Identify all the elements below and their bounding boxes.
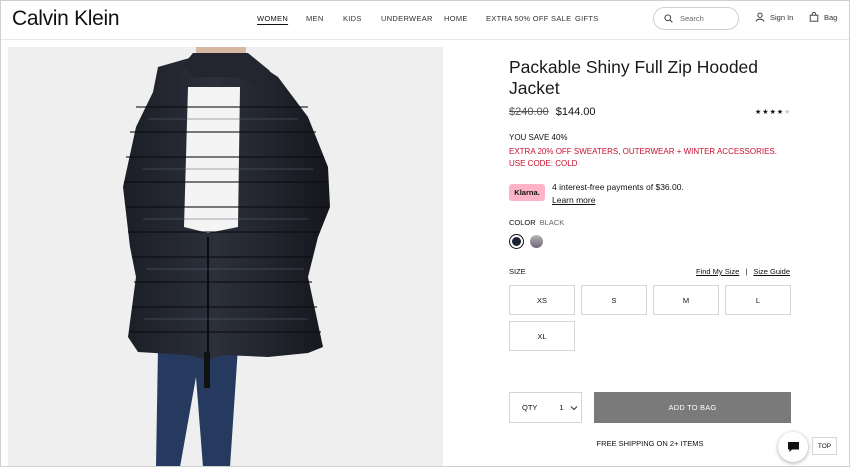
star-icon: ★ [769,109,777,116]
product-title: Packable Shiny Full Zip Hooded Jacket [509,57,759,98]
add-to-bag-button[interactable]: ADD TO BAG [594,392,791,423]
qty-value: 1 [559,403,564,412]
sign-in-label: Sign In [770,12,794,22]
free-shipping-text: FREE SHIPPING ON 2+ ITEMS [596,439,704,448]
model-jacket-illustration [123,47,330,467]
size-links-separator: | [745,267,748,276]
color-label: COLOR [509,218,536,227]
brand-logo[interactable]: Calvin Klein [12,7,120,31]
nav-gifts[interactable]: GIFTS [575,14,599,23]
sign-in-link[interactable]: Sign In [755,12,793,22]
color-value: BLACK [539,218,565,227]
original-price: $240.00 [509,106,549,118]
nav-men[interactable]: MEN [306,14,324,23]
bag-label: Bag [824,12,838,22]
promo-message: EXTRA 20% OFF SWEATERS, OUTERWEAR + WINT… [509,147,777,168]
size-button-m[interactable]: M [653,285,719,315]
size-label: SIZE [509,267,526,276]
nav-underwear[interactable]: UNDERWEAR [381,14,433,23]
find-my-size-link[interactable]: Find My Size [696,267,739,276]
star-empty-icon: ★ [784,109,792,116]
bag-icon [809,12,819,22]
search-box[interactable] [653,7,739,30]
nav-women[interactable]: WOMEN [257,14,288,23]
site-header: Calvin Klein WOMEN MEN KIDS UNDERWEAR HO… [0,0,850,40]
star-icon: ★ [762,109,770,116]
size-button-xs[interactable]: XS [509,285,575,315]
sale-price: $144.00 [555,106,596,118]
chevron-down-icon [570,405,577,410]
size-links: Find My Size | Size Guide [696,267,790,276]
nav-home[interactable]: HOME [444,14,468,23]
color-swatch-black[interactable] [509,234,524,249]
product-image[interactable] [8,47,443,467]
size-button-l[interactable]: L [725,285,791,315]
size-button-s[interactable]: S [581,285,647,315]
search-icon [664,14,673,23]
size-guide-link[interactable]: Size Guide [753,267,790,276]
user-icon [755,12,765,22]
you-save-text: YOU SAVE 40% [509,133,568,142]
nav-sale[interactable]: EXTRA 50% OFF SALE [486,14,571,23]
nav-kids[interactable]: KIDS [343,14,362,23]
qty-label: QTY [522,403,538,412]
quantity-select[interactable]: QTY 1 [509,392,582,423]
chat-button[interactable] [778,432,808,462]
rating-stars[interactable]: ★★★★★ [755,108,791,116]
bag-link[interactable]: Bag [809,12,837,22]
search-input[interactable] [680,14,735,23]
size-button-xl[interactable]: XL [509,321,575,351]
color-swatch-grey[interactable] [530,235,543,248]
price-row: $240.00 $144.00 [509,106,596,118]
back-to-top-button[interactable]: TOP [812,437,837,455]
color-label-row: COLOR BLACK [509,218,564,227]
klarna-logo: Klarna. [509,184,545,201]
klarna-payment-text: 4 interest-free payments of $36.00. [552,182,684,192]
klarna-learn-more-link[interactable]: Learn more [552,195,595,205]
chat-icon [787,442,799,452]
